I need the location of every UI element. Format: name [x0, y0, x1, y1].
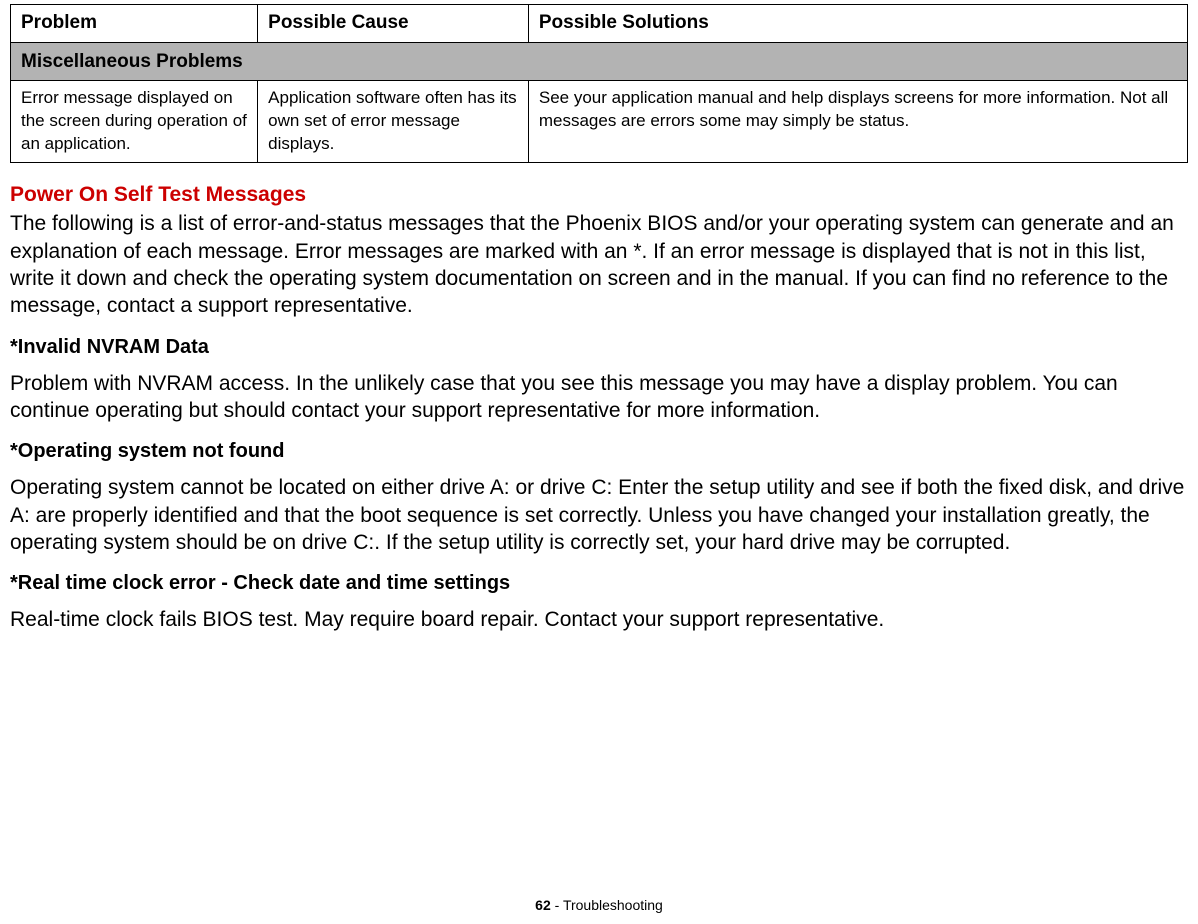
cell-solution: See your application manual and help dis… [528, 81, 1187, 163]
cell-problem: Error message displayed on the screen du… [11, 81, 258, 163]
message-body: Real-time clock fails BIOS test. May req… [10, 606, 1188, 633]
message-body: Operating system cannot be located on ei… [10, 474, 1188, 556]
troubleshooting-table: Problem Possible Cause Possible Solution… [10, 4, 1188, 163]
intro-paragraph: The following is a list of error-and-sta… [10, 210, 1188, 319]
message-title: *Real time clock error - Check date and … [10, 570, 1188, 596]
footer-section: - Troubleshooting [551, 897, 663, 913]
header-problem: Problem [11, 5, 258, 43]
section-header-cell: Miscellaneous Problems [11, 42, 1188, 81]
cell-cause: Application software often has its own s… [258, 81, 529, 163]
message-title: *Invalid NVRAM Data [10, 334, 1188, 360]
table-header-row: Problem Possible Cause Possible Solution… [11, 5, 1188, 43]
table-section-row: Miscellaneous Problems [11, 42, 1188, 81]
header-solutions: Possible Solutions [528, 5, 1187, 43]
header-cause: Possible Cause [258, 5, 529, 43]
message-body: Problem with NVRAM access. In the unlike… [10, 370, 1188, 425]
page-number: 62 [535, 897, 551, 913]
message-title: *Operating system not found [10, 438, 1188, 464]
page-footer: 62 - Troubleshooting [0, 896, 1198, 914]
table-row: Error message displayed on the screen du… [11, 81, 1188, 163]
section-heading: Power On Self Test Messages [10, 181, 1188, 208]
